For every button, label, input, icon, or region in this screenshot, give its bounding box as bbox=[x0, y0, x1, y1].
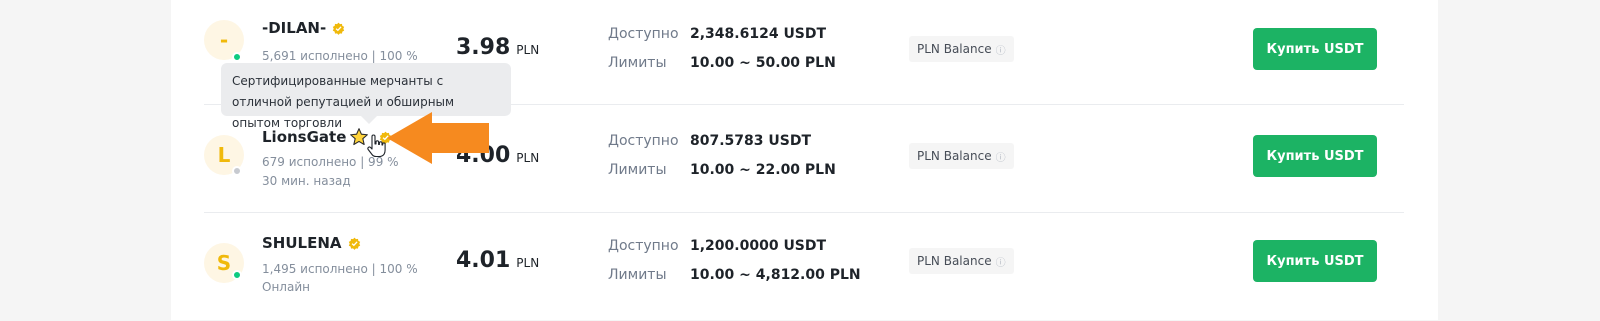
merchant-name-wrap: -DILAN- bbox=[262, 19, 345, 37]
price-currency: PLN bbox=[516, 43, 540, 57]
hand-pointer-cursor-icon bbox=[367, 134, 386, 158]
payment-method-tag[interactable]: PLN Balance ⓘ bbox=[909, 36, 1014, 62]
buy-usdt-button[interactable]: Купить USDT bbox=[1253, 135, 1377, 177]
verified-merchant-badge-icon[interactable] bbox=[332, 22, 345, 35]
offline-status-dot bbox=[232, 166, 242, 176]
payment-method-label: PLN Balance bbox=[917, 254, 992, 268]
annotation-arrow-icon bbox=[387, 112, 489, 164]
available-label: Доступно bbox=[608, 26, 679, 42]
payment-method-label: PLN Balance bbox=[917, 149, 992, 163]
verified-merchant-tooltip: Сертифицированные мерчанты с отличной ре… bbox=[221, 63, 511, 130]
info-icon[interactable]: ⓘ bbox=[996, 42, 1006, 57]
buy-usdt-button[interactable]: Купить USDT bbox=[1253, 28, 1377, 70]
last-seen-text: 30 мин. назад bbox=[262, 174, 351, 188]
online-status-dot bbox=[232, 52, 242, 62]
online-status-dot bbox=[232, 270, 242, 280]
info-icon[interactable]: ⓘ bbox=[996, 254, 1006, 269]
available-label: Доступно bbox=[608, 133, 679, 149]
limits-value: 10.00 ~ 22.00 PLN bbox=[690, 162, 836, 178]
limits-label: Лимиты bbox=[608, 55, 667, 71]
price: 3.98 PLN bbox=[456, 35, 539, 60]
merchant-name[interactable]: -DILAN- bbox=[262, 19, 326, 37]
price-value: 4.01 bbox=[456, 248, 511, 273]
limits-label: Лимиты bbox=[608, 267, 667, 283]
merchant-name-wrap: SHULENA bbox=[262, 234, 361, 252]
price-value: 3.98 bbox=[456, 35, 511, 60]
buy-usdt-button[interactable]: Купить USDT bbox=[1253, 240, 1377, 282]
price-currency: PLN bbox=[516, 256, 540, 270]
limits-value: 10.00 ~ 4,812.00 PLN bbox=[690, 267, 861, 283]
payment-method-tag[interactable]: PLN Balance ⓘ bbox=[909, 248, 1014, 274]
payment-method-tag[interactable]: PLN Balance ⓘ bbox=[909, 143, 1014, 169]
online-status-text: Онлайн bbox=[262, 280, 310, 294]
available-value: 1,200.0000 USDT bbox=[690, 238, 827, 254]
available-value: 807.5783 USDT bbox=[690, 133, 812, 149]
merchant-name[interactable]: SHULENA bbox=[262, 234, 342, 252]
limits-value: 10.00 ~ 50.00 PLN bbox=[690, 55, 836, 71]
info-icon[interactable]: ⓘ bbox=[996, 149, 1006, 164]
price: 4.01 PLN bbox=[456, 248, 539, 273]
limits-label: Лимиты bbox=[608, 162, 667, 178]
merchant-stats: 5,691 исполнено | 100 % bbox=[262, 49, 418, 63]
payment-method-label: PLN Balance bbox=[917, 42, 992, 56]
tooltip-arrow bbox=[361, 116, 377, 124]
verified-merchant-badge-icon[interactable] bbox=[348, 237, 361, 250]
merchant-stats: 1,495 исполнено | 100 % bbox=[262, 262, 418, 276]
available-label: Доступно bbox=[608, 238, 679, 254]
price-currency: PLN bbox=[516, 151, 540, 165]
available-value: 2,348.6124 USDT bbox=[690, 26, 827, 42]
merchant-row: S SHULENA 1,495 исполнено | 100 % Онлайн… bbox=[204, 212, 1404, 321]
merchant-row: L LionsGate 679 исполнено | 99 % 30 мин.… bbox=[204, 104, 1404, 213]
